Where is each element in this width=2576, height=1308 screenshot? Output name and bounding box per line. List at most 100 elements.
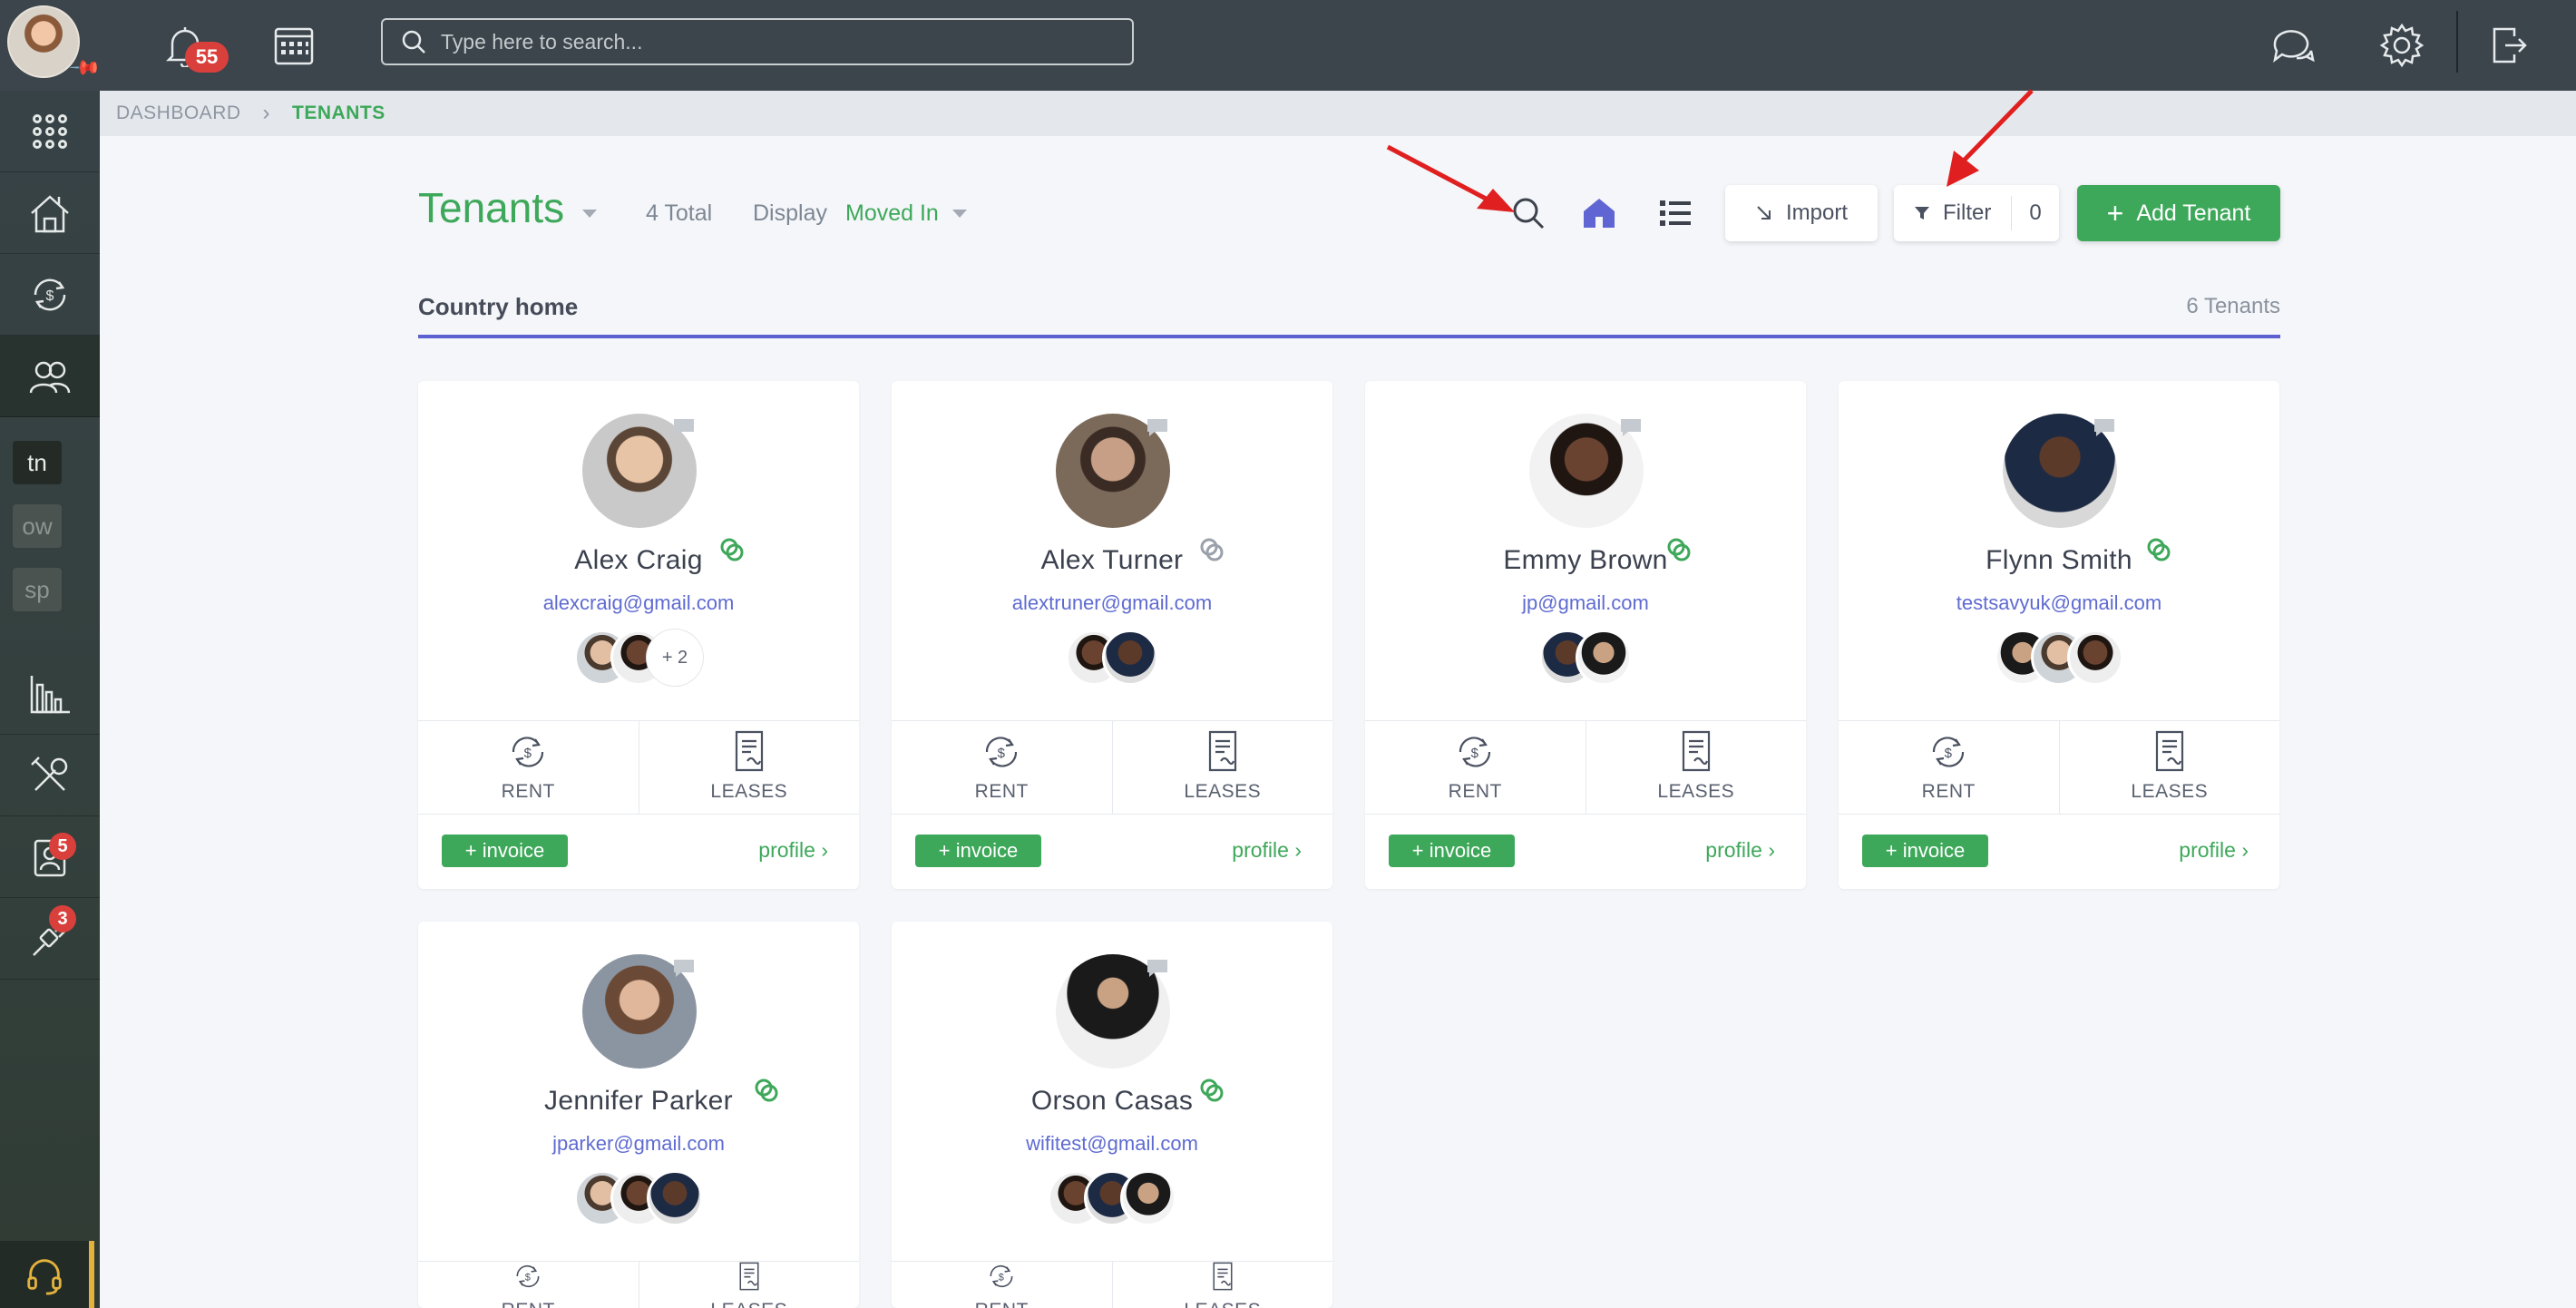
support-button[interactable] (0, 1241, 94, 1308)
contacts-badge: 5 (49, 833, 76, 860)
leases-button[interactable]: LEASES (2060, 721, 2280, 814)
lease-avatars[interactable] (1995, 630, 2123, 686)
tenant-email[interactable]: jparker@gmail.com (418, 1132, 859, 1156)
chat-bubble-icon[interactable] (1144, 956, 1171, 980)
messages-button[interactable] (2264, 16, 2322, 74)
leases-button[interactable]: LEASES (1113, 1262, 1333, 1308)
tenant-card[interactable]: Emmy Brown jp@gmail.com $ RENT LEASES + invoi… (1365, 381, 1806, 889)
add-invoice-button[interactable]: + invoice (915, 835, 1041, 867)
rent-button[interactable]: $ RENT (418, 1262, 639, 1308)
lease-avatar[interactable] (1102, 630, 1158, 686)
lease-avatars[interactable] (1048, 1170, 1176, 1226)
calendar-icon (274, 27, 314, 65)
property-view-button[interactable] (1576, 190, 1622, 236)
lease-avatar[interactable] (2067, 630, 2123, 686)
status-icon (755, 1079, 778, 1102)
chevron-right-icon: › (262, 101, 271, 125)
svg-text:$: $ (524, 746, 532, 761)
chat-bubble-icon[interactable] (1617, 415, 1644, 439)
display-filter-select[interactable]: Moved In (845, 200, 939, 227)
chevron-right-icon: › (1768, 838, 1775, 862)
apps-grid-button[interactable] (0, 91, 100, 172)
leases-label: LEASES (1184, 781, 1262, 802)
rent-button[interactable]: $ RENT (1365, 721, 1586, 814)
tenant-email[interactable]: alextruner@gmail.com (892, 591, 1332, 615)
tenant-email[interactable]: wifitest@gmail.com (892, 1132, 1332, 1156)
leases-button[interactable]: LEASES (639, 721, 860, 814)
tenant-name[interactable]: Alex Turner (892, 545, 1332, 576)
rent-button[interactable]: $ RENT (1839, 721, 2060, 814)
add-invoice-button[interactable]: + invoice (1862, 835, 1988, 867)
lease-avatars[interactable] (1066, 630, 1158, 686)
rent-button[interactable]: $ RENT (892, 721, 1113, 814)
lease-avatar[interactable] (1120, 1170, 1176, 1226)
tenant-name[interactable]: Flynn Smith (1839, 545, 2279, 576)
rent-button[interactable]: $ RENT (418, 721, 639, 814)
import-button[interactable]: Import (1725, 185, 1878, 241)
tenants-button[interactable] (0, 336, 100, 417)
calendar-button[interactable] (265, 16, 323, 74)
chat-bubble-icon[interactable] (1144, 415, 1171, 439)
tenant-card[interactable]: Alex Craig alexcraig@gmail.com + 2 $ RENT LEA… (418, 381, 859, 889)
leases-button[interactable]: LEASES (1586, 721, 1807, 814)
chat-bubble-icon[interactable] (670, 415, 698, 439)
logout-button[interactable] (2480, 16, 2538, 74)
lease-more-count[interactable]: + 2 (647, 630, 703, 686)
properties-button[interactable] (0, 172, 100, 254)
tenant-card[interactable]: Orson Casas wifitest@gmail.com $ RENT LEASES (892, 922, 1332, 1308)
maintenance-button[interactable] (0, 735, 100, 816)
tag-tn[interactable]: tn (13, 441, 62, 484)
lease-avatars[interactable] (574, 1170, 703, 1226)
profile-link[interactable]: profile › (758, 838, 828, 863)
rent-button[interactable]: $ RENT (892, 1262, 1113, 1308)
breadcrumb-dashboard[interactable]: DASHBOARD (116, 102, 241, 124)
tenant-email[interactable]: testsavyuk@gmail.com (1839, 591, 2279, 615)
leases-button[interactable]: LEASES (1113, 721, 1333, 814)
reports-button[interactable] (0, 653, 100, 735)
add-tenant-button[interactable]: + Add Tenant (2077, 185, 2280, 241)
profile-link[interactable]: profile › (1705, 838, 1775, 863)
tenant-email[interactable]: jp@gmail.com (1365, 591, 1806, 615)
page-title[interactable]: Tenants (418, 183, 564, 232)
contacts-button[interactable]: 5 (0, 816, 100, 898)
global-search[interactable] (381, 18, 1134, 65)
profile-link[interactable]: profile › (1232, 838, 1302, 863)
add-invoice-button[interactable]: + invoice (442, 835, 568, 867)
lease-avatar[interactable] (1576, 630, 1632, 686)
chevron-right-icon: › (1294, 838, 1302, 862)
tag-ow[interactable]: ow (13, 504, 62, 548)
profile-link[interactable]: profile › (2179, 838, 2249, 863)
rent-label: RENT (1921, 781, 1976, 802)
lease-avatars[interactable] (1539, 630, 1632, 686)
profile-label: profile (1232, 838, 1289, 862)
lease-document-icon (735, 730, 763, 772)
tenant-name[interactable]: Emmy Brown (1365, 545, 1806, 576)
lease-avatar[interactable] (647, 1170, 703, 1226)
tenant-name[interactable]: Orson Casas (892, 1086, 1332, 1117)
lease-document-icon (2155, 730, 2183, 772)
tenant-name[interactable]: Jennifer Parker (418, 1086, 859, 1117)
lease-avatars[interactable]: + 2 (574, 630, 703, 686)
tenant-card[interactable]: Flynn Smith testsavyuk@gmail.com $ RENT LEAS… (1839, 381, 2279, 889)
user-avatar-area[interactable]: 📌 (0, 0, 102, 91)
chat-bubble-icon[interactable] (670, 956, 698, 980)
global-search-input[interactable] (441, 29, 1076, 54)
tenant-card[interactable]: Alex Turner alextruner@gmail.com $ RENT LEAS… (892, 381, 1332, 889)
list-icon (1660, 200, 1691, 226)
chat-bubble-icon[interactable] (2091, 415, 2118, 439)
status-icon (1200, 1079, 1224, 1102)
tenant-email[interactable]: alexcraig@gmail.com (418, 591, 859, 615)
rent-label: RENT (501, 781, 555, 802)
integrations-button[interactable]: 3 (0, 898, 100, 980)
tag-sp[interactable]: sp (13, 568, 62, 611)
title-dropdown-icon[interactable] (582, 210, 597, 218)
tenant-card[interactable]: Jennifer Parker jparker@gmail.com $ RENT LEA… (418, 922, 859, 1308)
add-invoice-button[interactable]: + invoice (1389, 835, 1515, 867)
list-view-button[interactable] (1653, 190, 1698, 236)
payments-button[interactable]: $ (0, 254, 100, 336)
leases-button[interactable]: LEASES (639, 1262, 860, 1308)
settings-button[interactable] (2373, 16, 2431, 74)
annotation-arrow-filter (1947, 89, 2034, 187)
display-dropdown-icon[interactable] (952, 210, 967, 218)
tenant-name[interactable]: Alex Craig (418, 545, 859, 576)
